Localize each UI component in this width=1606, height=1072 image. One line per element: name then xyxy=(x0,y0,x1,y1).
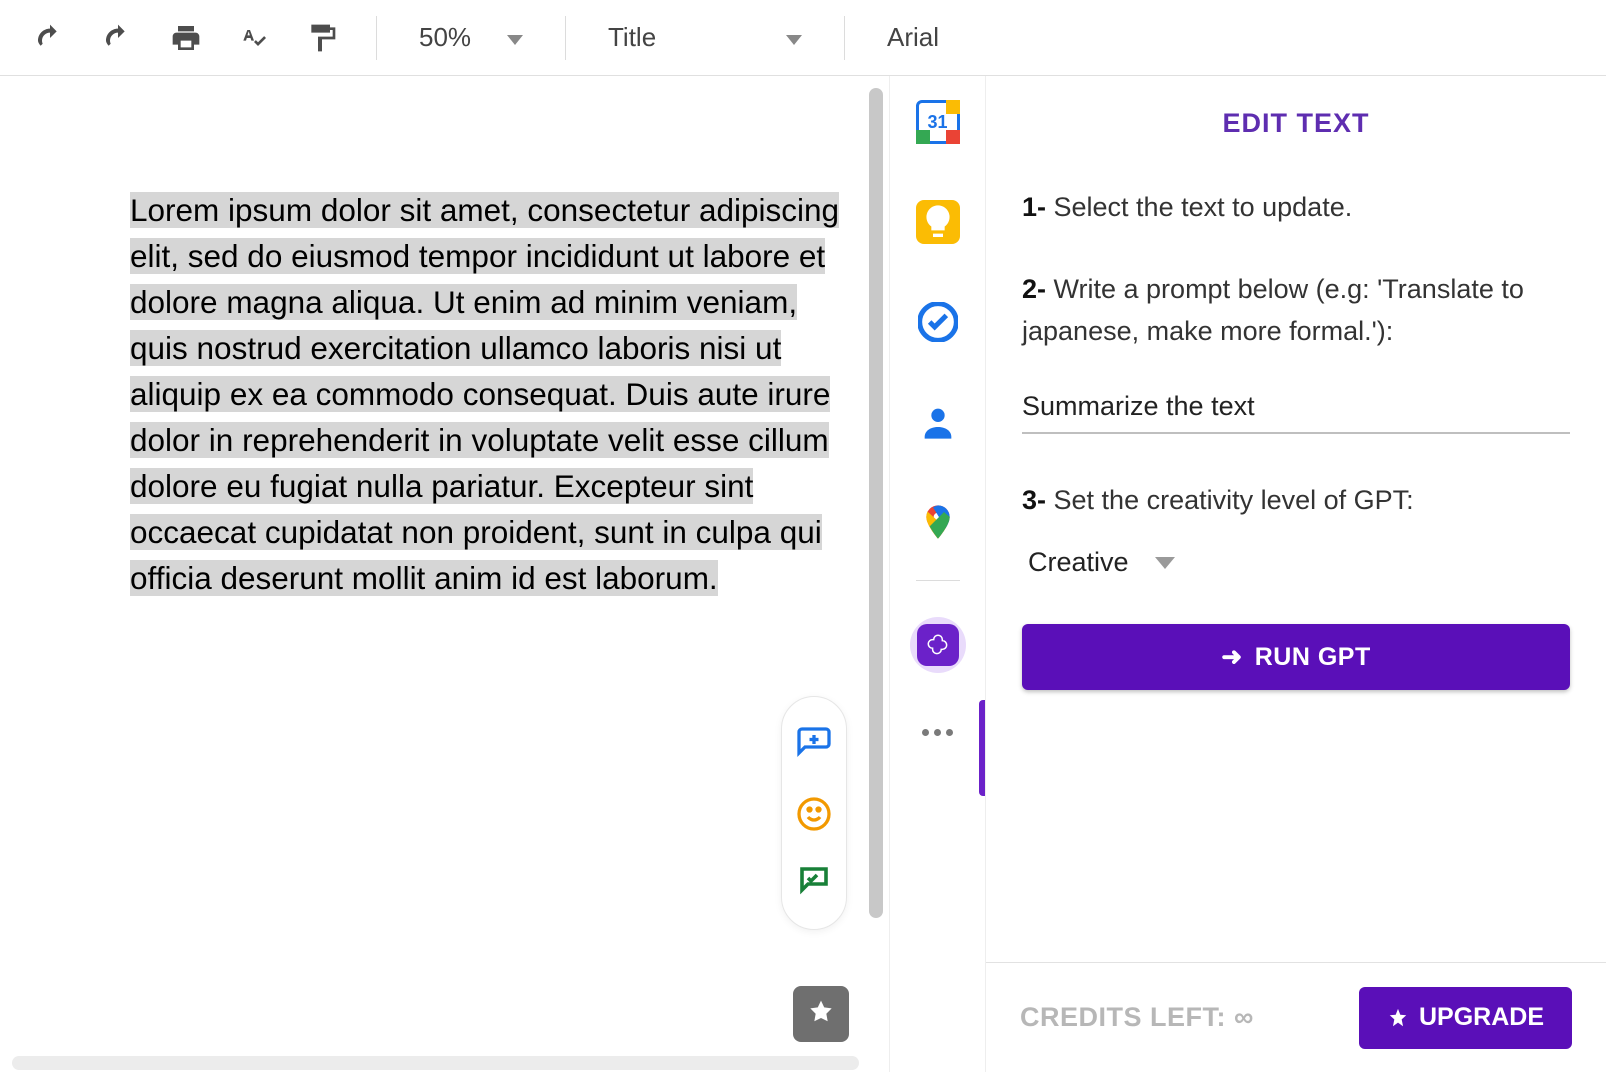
step-2: 2- Write a prompt below (e.g: 'Translate… xyxy=(1022,269,1570,353)
chevron-down-icon xyxy=(507,35,523,45)
document-selected-text[interactable]: Lorem ipsum dolor sit amet, consectetur … xyxy=(130,188,841,602)
arrow-right-icon: ➜ xyxy=(1221,642,1242,672)
paint-format-icon[interactable] xyxy=(302,18,342,58)
calendar-day-number: 31 xyxy=(927,112,947,133)
redo-icon[interactable] xyxy=(98,18,138,58)
step-1: 1- Select the text to update. xyxy=(1022,187,1570,229)
scrollbar-thumb[interactable] xyxy=(12,1056,859,1070)
docs-toolbar: 50% Title Arial xyxy=(0,0,1606,76)
add-comment-icon[interactable] xyxy=(795,725,833,763)
rail-separator xyxy=(916,580,960,581)
document-page[interactable]: Lorem ipsum dolor sit amet, consectetur … xyxy=(12,88,859,1052)
run-gpt-label: RUN GPT xyxy=(1255,643,1371,672)
toolbar-separator xyxy=(565,16,566,60)
creativity-value: Creative xyxy=(1028,547,1129,578)
credits-left: CREDITS LEFT: ∞ xyxy=(1020,1002,1254,1033)
step-3: 3- Set the creativity level of GPT: xyxy=(1022,480,1570,522)
panel-title: EDIT TEXT xyxy=(1022,108,1570,139)
contacts-app-icon[interactable] xyxy=(916,400,960,444)
run-gpt-button[interactable]: ➜ RUN GPT xyxy=(1022,624,1570,690)
zoom-value: 50% xyxy=(419,22,471,53)
side-apps-rail: 31 xyxy=(890,76,986,1072)
horizontal-scrollbar[interactable] xyxy=(12,1056,859,1070)
panel-footer: CREDITS LEFT: ∞ UPGRADE xyxy=(986,962,1606,1072)
step-1-text: Select the text to update. xyxy=(1046,192,1352,222)
step-3-text: Set the creativity level of GPT: xyxy=(1046,485,1414,515)
tasks-app-icon[interactable] xyxy=(916,300,960,344)
document-area: Lorem ipsum dolor sit amet, consectetur … xyxy=(0,76,890,1072)
upgrade-button[interactable]: UPGRADE xyxy=(1359,987,1572,1049)
doc-action-strip xyxy=(781,696,847,930)
step-3-number: 3- xyxy=(1022,485,1046,515)
toolbar-separator xyxy=(376,16,377,60)
undo-icon[interactable] xyxy=(30,18,70,58)
style-value: Title xyxy=(608,22,656,53)
active-addon-indicator xyxy=(979,700,985,796)
emoji-reaction-icon[interactable] xyxy=(795,795,833,833)
chevron-down-icon xyxy=(786,35,802,45)
more-apps-icon[interactable] xyxy=(922,729,953,736)
chevron-down-icon xyxy=(1155,557,1175,569)
scrollbar-thumb[interactable] xyxy=(869,88,883,918)
font-select[interactable]: Arial xyxy=(879,22,989,53)
creativity-select[interactable]: Creative xyxy=(1028,547,1570,578)
vertical-scrollbar[interactable] xyxy=(869,88,883,928)
prompt-input[interactable] xyxy=(1022,389,1570,434)
step-2-text: Write a prompt below (e.g: 'Translate to… xyxy=(1022,274,1524,346)
print-icon[interactable] xyxy=(166,18,206,58)
zoom-select[interactable]: 50% xyxy=(411,22,531,53)
font-value: Arial xyxy=(887,22,939,53)
keep-app-icon[interactable] xyxy=(916,200,960,244)
toolbar-separator xyxy=(844,16,845,60)
upgrade-label: UPGRADE xyxy=(1419,1003,1544,1032)
paragraph-style-select[interactable]: Title xyxy=(600,22,810,53)
maps-app-icon[interactable] xyxy=(916,500,960,544)
spellcheck-icon[interactable] xyxy=(234,18,274,58)
calendar-app-icon[interactable]: 31 xyxy=(916,100,960,144)
step-2-number: 2- xyxy=(1022,274,1046,304)
gpt-addon-icon[interactable] xyxy=(910,617,966,673)
star-icon xyxy=(1387,1007,1409,1029)
gpt-side-panel: EDIT TEXT 1- Select the text to update. … xyxy=(986,76,1606,1072)
explore-button[interactable] xyxy=(793,986,849,1042)
suggest-edits-icon[interactable] xyxy=(795,865,833,903)
step-1-number: 1- xyxy=(1022,192,1046,222)
